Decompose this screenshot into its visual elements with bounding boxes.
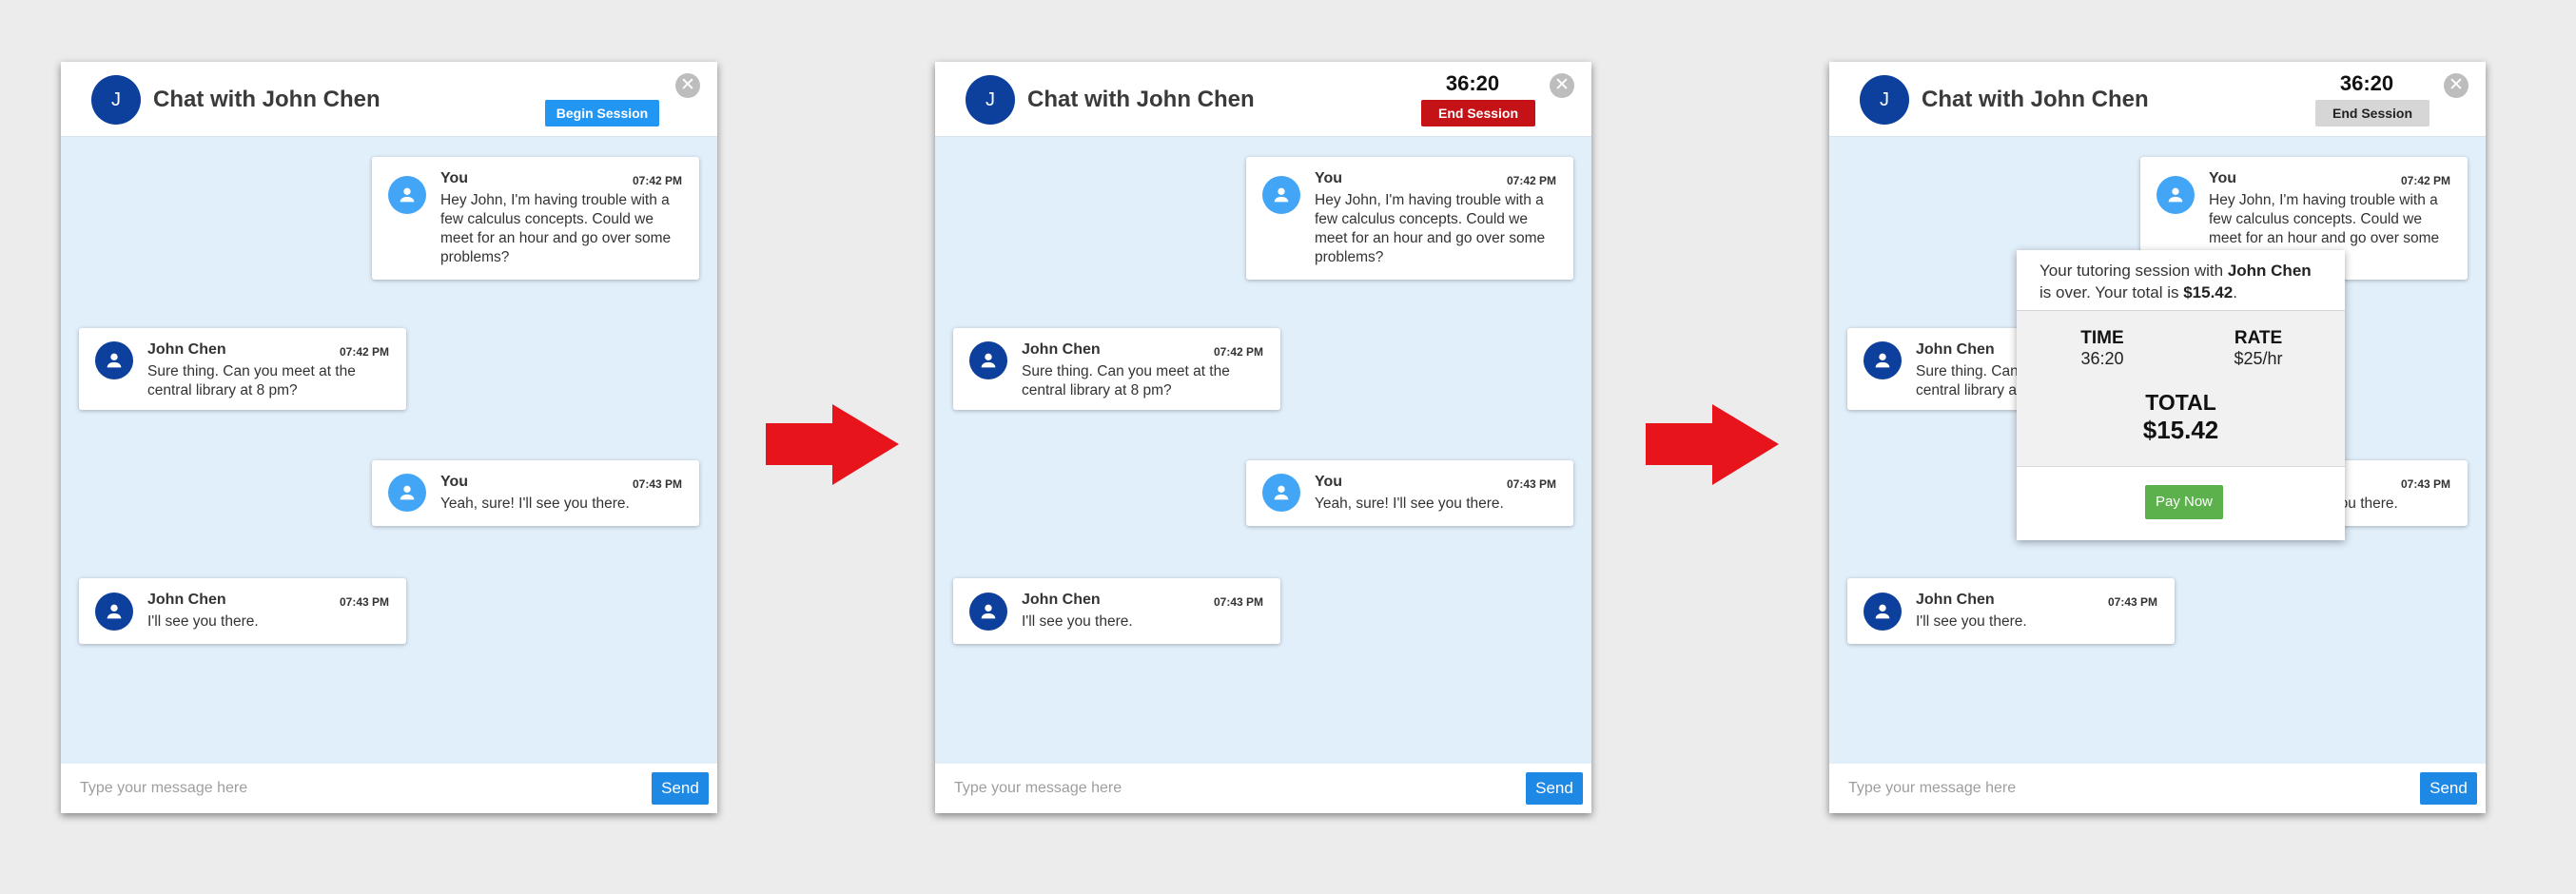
message-john: John Chen 07:43 PM I'll see you there. bbox=[953, 578, 1280, 644]
message-text: I'll see you there. bbox=[147, 613, 259, 630]
message-sender: John Chen bbox=[1022, 592, 1101, 608]
begin-session-button[interactable]: Begin Session bbox=[545, 100, 659, 126]
message-text: Sure thing. Can you meet at the central … bbox=[147, 363, 356, 398]
message-sender: John Chen bbox=[1022, 341, 1101, 358]
pay-now-button[interactable]: Pay Now bbox=[2145, 485, 2223, 519]
close-icon[interactable]: ✕ bbox=[1550, 73, 1574, 98]
total-label: TOTAL bbox=[2145, 390, 2216, 415]
message-time: 07:42 PM bbox=[1506, 174, 1556, 187]
message-text: Yeah, sure! I'll see you there. bbox=[440, 496, 630, 512]
chat-title: Chat with John Chen bbox=[1027, 87, 1255, 112]
rate-value: $25/hr bbox=[2234, 349, 2283, 368]
total-value: $15.42 bbox=[2142, 416, 2219, 444]
chat-header: J Chat with John Chen 36:20 End Session … bbox=[1829, 62, 2486, 137]
message-john: John Chen 07:42 PM Sure thing. Can you m… bbox=[953, 328, 1280, 410]
rate-label: RATE bbox=[2234, 328, 2283, 348]
person-icon bbox=[1864, 341, 1902, 379]
message-john: John Chen 07:43 PM I'll see you there. bbox=[1847, 578, 2175, 644]
summary-tutor-name: John Chen bbox=[2227, 262, 2312, 280]
summary-total-inline: $15.42 bbox=[2183, 283, 2234, 301]
time-value: 36:20 bbox=[2080, 349, 2124, 368]
message-text: Hey John, I'm having trouble with a few … bbox=[1315, 192, 1546, 265]
chat-panel-session-ended: J Chat with John Chen 36:20 End Session … bbox=[1829, 62, 2486, 813]
summary-details: TIME 36:20 RATE $25/hr TOTAL $15.42 bbox=[2017, 311, 2345, 467]
message-text: I'll see you there. bbox=[1916, 613, 2027, 630]
person-icon bbox=[388, 176, 426, 214]
close-icon[interactable]: ✕ bbox=[675, 73, 700, 98]
message-sender: You bbox=[2209, 170, 2237, 186]
message-you: You 07:43 PM Yeah, sure! I'll see you th… bbox=[1246, 460, 1573, 526]
message-sender: John Chen bbox=[1916, 592, 1995, 608]
message-time: 07:43 PM bbox=[339, 595, 389, 609]
message-john: John Chen 07:43 PM I'll see you there. bbox=[79, 578, 406, 644]
message-sender: You bbox=[1315, 170, 1343, 186]
message-you: You 07:42 PM Hey John, I'm having troubl… bbox=[1246, 157, 1573, 280]
message-time: 07:43 PM bbox=[2400, 477, 2450, 491]
message-time: 07:42 PM bbox=[2400, 174, 2450, 187]
send-button[interactable]: Send bbox=[1526, 772, 1583, 805]
chat-header: J Chat with John Chen 36:20 End Session … bbox=[935, 62, 1591, 137]
message-sender: John Chen bbox=[147, 341, 226, 358]
message-input-bar: Send bbox=[61, 764, 717, 813]
end-session-button[interactable]: End Session bbox=[1421, 100, 1535, 126]
message-time: 07:42 PM bbox=[632, 174, 682, 187]
session-timer: 36:20 bbox=[1445, 71, 1500, 95]
person-icon bbox=[95, 341, 133, 379]
session-summary-dialog: Your tutoring session with John Chen is … bbox=[2017, 250, 2345, 540]
message-text: Yeah, sure! I'll see you there. bbox=[1315, 496, 1504, 512]
message-input[interactable] bbox=[78, 773, 538, 804]
message-sender: John Chen bbox=[1916, 341, 1995, 358]
chat-header: J Chat with John Chen Begin Session ✕ bbox=[61, 62, 717, 137]
message-time: 07:42 PM bbox=[339, 345, 389, 359]
person-icon bbox=[1262, 474, 1300, 512]
person-icon bbox=[1262, 176, 1300, 214]
person-icon bbox=[969, 593, 1007, 631]
end-session-button-disabled: End Session bbox=[2315, 100, 2430, 126]
message-time: 07:43 PM bbox=[1213, 595, 1263, 609]
message-sender: You bbox=[440, 474, 469, 490]
message-text: I'll see you there. bbox=[1022, 613, 1133, 630]
message-text: Hey John, I'm having trouble with a few … bbox=[440, 192, 672, 265]
chat-panel-session-active: J Chat with John Chen 36:20 End Session … bbox=[935, 62, 1591, 813]
time-label: TIME bbox=[2080, 328, 2124, 348]
message-input-bar: Send bbox=[935, 764, 1591, 813]
message-sender: You bbox=[440, 170, 469, 186]
summary-header: Your tutoring session with John Chen is … bbox=[2017, 250, 2345, 311]
message-time: 07:43 PM bbox=[1506, 477, 1556, 491]
message-input-bar: Send bbox=[1829, 764, 2486, 813]
right-arrow-icon bbox=[1646, 404, 1779, 485]
chat-panel-before-session: J Chat with John Chen Begin Session ✕ Yo… bbox=[61, 62, 717, 813]
person-icon bbox=[969, 341, 1007, 379]
right-arrow-icon bbox=[766, 404, 899, 485]
contact-avatar: J bbox=[966, 75, 1015, 125]
person-icon bbox=[2156, 176, 2195, 214]
person-icon bbox=[95, 593, 133, 631]
message-sender: John Chen bbox=[147, 592, 226, 608]
close-icon[interactable]: ✕ bbox=[2444, 73, 2469, 98]
message-text: Sure thing. Can you meet at the central … bbox=[1022, 363, 1230, 398]
session-timer: 36:20 bbox=[2339, 71, 2394, 95]
summary-message: Your tutoring session with John Chen is … bbox=[2039, 262, 2312, 301]
message-input[interactable] bbox=[1846, 773, 2307, 804]
message-you: You 07:43 PM Yeah, sure! I'll see you th… bbox=[372, 460, 699, 526]
person-icon bbox=[1864, 593, 1902, 631]
chat-title: Chat with John Chen bbox=[1922, 87, 2149, 112]
message-you: You 07:42 PM Hey John, I'm having troubl… bbox=[372, 157, 699, 280]
message-time: 07:42 PM bbox=[1213, 345, 1263, 359]
message-time: 07:43 PM bbox=[2107, 595, 2157, 609]
message-input[interactable] bbox=[952, 773, 1413, 804]
chat-title: Chat with John Chen bbox=[153, 87, 381, 112]
person-icon bbox=[388, 474, 426, 512]
send-button[interactable]: Send bbox=[652, 772, 709, 805]
send-button[interactable]: Send bbox=[2420, 772, 2477, 805]
message-sender: You bbox=[1315, 474, 1343, 490]
contact-avatar: J bbox=[91, 75, 141, 125]
message-john: John Chen 07:42 PM Sure thing. Can you m… bbox=[79, 328, 406, 410]
message-time: 07:43 PM bbox=[632, 477, 682, 491]
contact-avatar: J bbox=[1860, 75, 1909, 125]
